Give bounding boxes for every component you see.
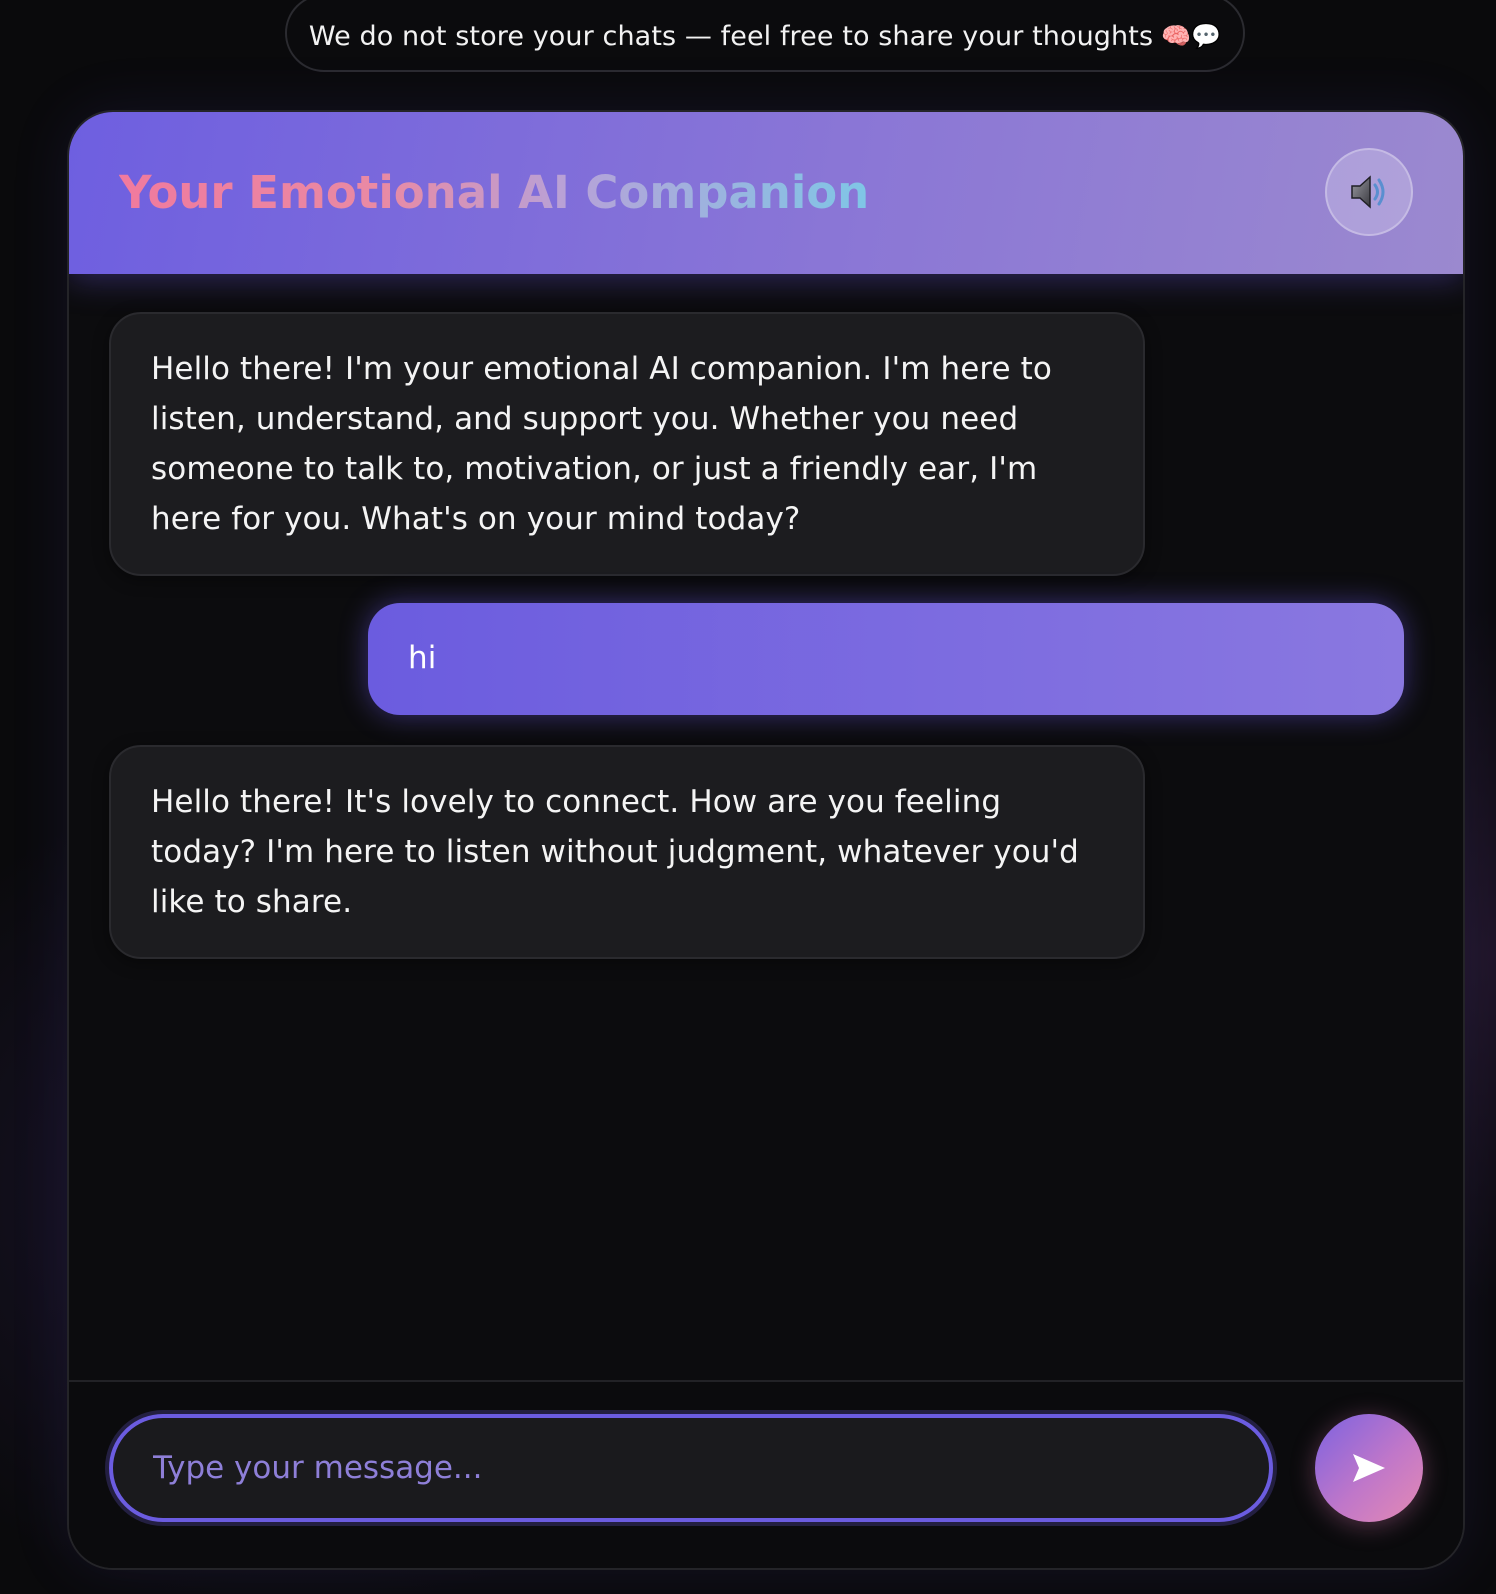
message-list: Hello there! I'm your emotional AI compa… — [69, 274, 1463, 1489]
privacy-banner: We do not store your chats — feel free t… — [285, 0, 1245, 72]
speaker-icon — [1351, 175, 1385, 209]
privacy-banner-text: We do not store your chats — feel free t… — [308, 20, 1154, 52]
page-title: Your Emotional AI Companion — [119, 162, 869, 224]
message-input[interactable] — [109, 1414, 1273, 1522]
sound-toggle-button[interactable] — [1325, 148, 1413, 236]
chat-header: Your Emotional AI Companion — [69, 112, 1463, 274]
composer — [69, 1380, 1463, 1568]
send-arrow-icon — [1353, 1454, 1385, 1482]
user-message: hi — [368, 603, 1404, 715]
brain-speech-emoji-icon: 🧠💬 — [1161, 22, 1222, 50]
bot-message: Hello there! I'm your emotional AI compa… — [109, 312, 1145, 576]
bot-message: Hello there! It's lovely to connect. How… — [109, 745, 1145, 959]
send-button[interactable] — [1315, 1414, 1423, 1522]
chat-window: Your Emotional AI Companion Hello there!… — [67, 110, 1465, 1570]
